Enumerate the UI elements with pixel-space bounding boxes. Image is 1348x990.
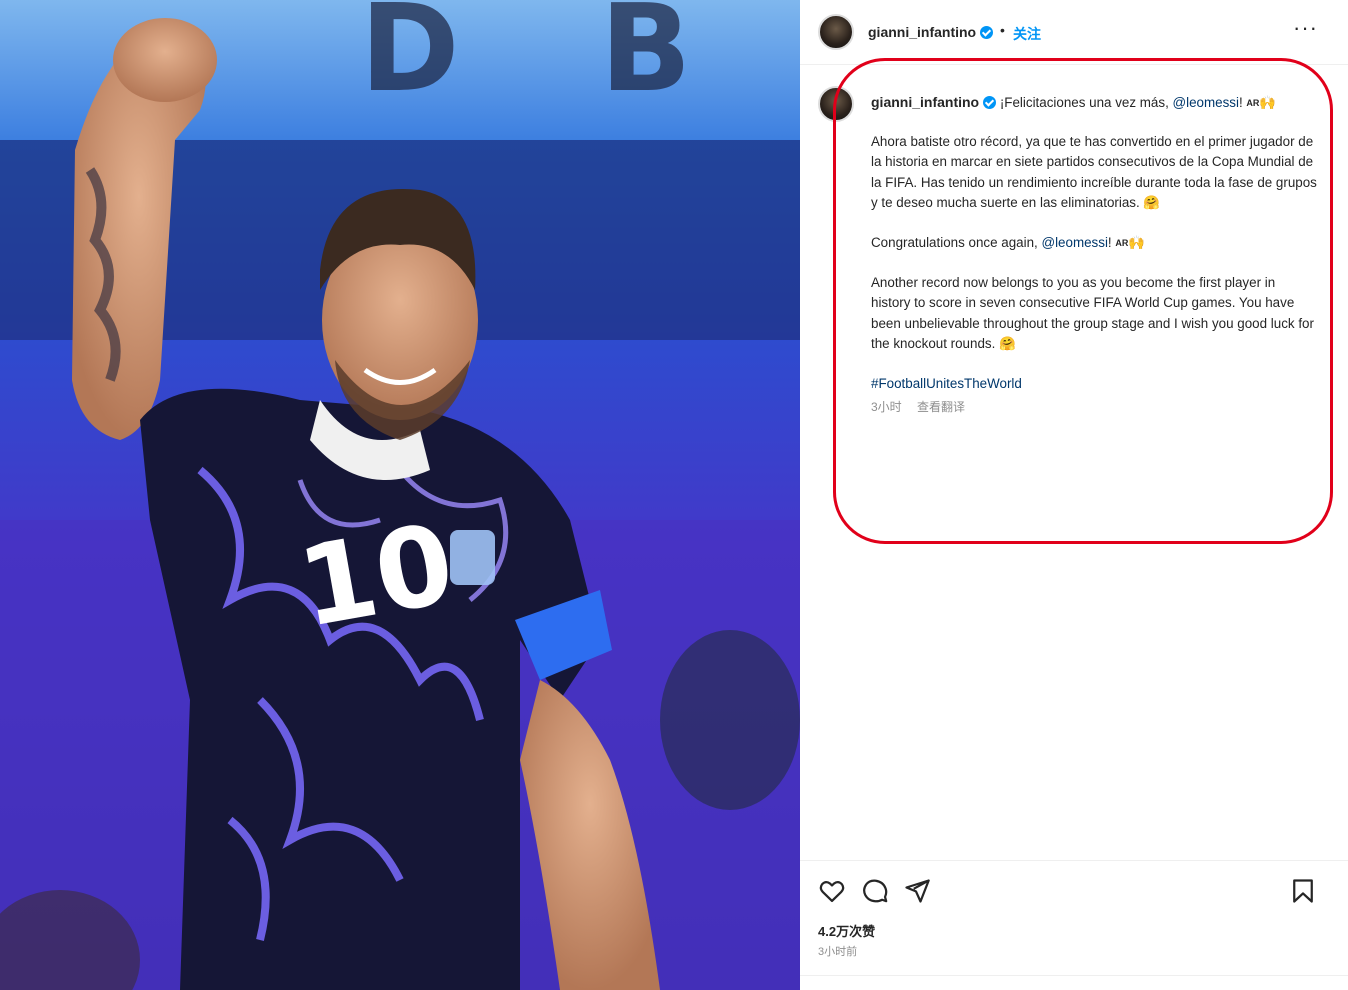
hug-emoji-icon: 🤗 (1143, 194, 1161, 210)
svg-text:10: 10 (290, 499, 463, 652)
caption-paragraph-en: Another record now belongs to you as you… (871, 275, 1314, 351)
separator-dot: • (1000, 22, 1005, 38)
caption-line2: Congratulations once again, (871, 235, 1042, 251)
caption-username[interactable]: gianni_infantino (871, 94, 979, 110)
post-caption: gianni_infantino ¡Felicitaciones una vez… (871, 92, 1317, 417)
heart-icon[interactable] (818, 877, 846, 905)
author-avatar[interactable] (818, 14, 854, 50)
caption-time: 3小时 (871, 400, 902, 415)
author-name[interactable]: gianni_infantino (868, 24, 994, 42)
caption-paragraph-es: Ahora batiste otro récord, ya que te has… (871, 134, 1317, 210)
caption-avatar[interactable] (818, 86, 854, 122)
caption-meta: 3小时 查看翻译 (871, 397, 1317, 417)
see-translation-link[interactable]: 查看翻译 (917, 400, 965, 414)
verified-badge-icon (983, 96, 997, 109)
author-username[interactable]: gianni_infantino (868, 24, 976, 40)
mention-link[interactable]: @leomessi (1173, 95, 1239, 110)
comment-divider (800, 975, 1348, 976)
more-options-icon[interactable]: ··· (1293, 17, 1318, 39)
post-time: 3小时前 (818, 946, 858, 958)
comment-icon[interactable] (861, 877, 889, 905)
clap-emoji-icon: 🙌 (1128, 235, 1146, 251)
follow-button[interactable]: 关注 (1013, 24, 1041, 44)
mention-link[interactable]: @leomessi (1041, 235, 1107, 250)
argentina-flag-label: AR (1115, 238, 1129, 249)
likes-count[interactable]: 4.2万次赞 (818, 921, 875, 940)
argentina-flag-label: AR (1246, 98, 1260, 108)
post-header: gianni_infantino • 关注 ··· (800, 0, 1348, 65)
svg-text:B: B (600, 0, 691, 119)
post-panel: gianni_infantino • 关注 ··· gianni_infanti… (800, 0, 1348, 990)
caption-line1: ¡Felicitaciones una vez más, (999, 95, 1173, 110)
hug-emoji-icon: 🤗 (999, 335, 1016, 351)
player-photo: D B 10 (0, 0, 800, 990)
bookmark-icon[interactable] (1289, 877, 1317, 905)
svg-text:D: D (360, 0, 460, 119)
send-icon[interactable] (903, 877, 931, 905)
post-image[interactable]: D B 10 (0, 0, 800, 990)
clap-emoji-icon: 🙌 (1259, 95, 1277, 110)
post-actions: 4.2万次赞 3小时前 (800, 860, 1348, 971)
verified-badge-icon (980, 26, 994, 39)
hashtag-link[interactable]: #FootballUnitesTheWorld (871, 376, 1022, 391)
